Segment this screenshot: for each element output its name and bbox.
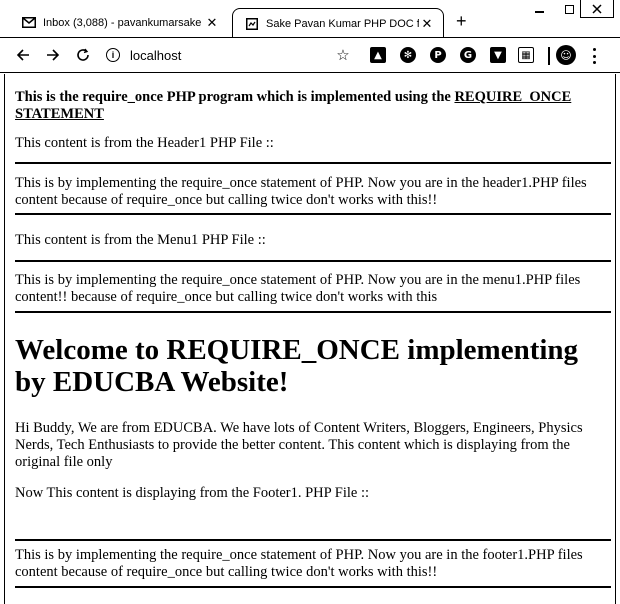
browser-toolbar: i localhost ☆ ▲ ✻ P G ▼ ▦ ☺ [0, 37, 620, 73]
minimize-button[interactable] [526, 0, 552, 18]
intro-heading: This is the require_once PHP program whi… [15, 89, 595, 123]
menu-include-text: This is by implementing the require_once… [15, 272, 581, 305]
gmail-icon [22, 17, 36, 29]
tab-strip: Inbox (3,088) - pavankumarsake ✕ Sake Pa… [0, 0, 620, 38]
body-paragraph: Hi Buddy, We are from EDUCBA. We have lo… [15, 420, 583, 470]
extension-grid-icon[interactable]: ▦ [518, 47, 534, 63]
tab-title: Sake Pavan Kumar PHP DOC for [266, 17, 419, 30]
maximize-icon [564, 4, 574, 14]
menu-kebab-icon[interactable] [590, 47, 598, 65]
close-icon[interactable]: ✕ [419, 16, 435, 32]
footer-label: Now This content is displaying from the … [15, 485, 370, 501]
page-viewport: This is the require_once PHP program whi… [4, 74, 616, 604]
intro-text: This is the require_once PHP program whi… [15, 89, 455, 105]
pinterest-icon[interactable]: P [430, 47, 446, 63]
menu-label: This content is from the Menu1 PHP File … [15, 232, 266, 248]
new-tab-button[interactable]: + [456, 12, 467, 30]
info-icon[interactable]: i [106, 48, 120, 62]
arrow-left-icon [16, 49, 29, 61]
profile-avatar[interactable]: ☺ [556, 45, 576, 65]
address-bar[interactable]: i localhost [106, 44, 364, 66]
page-icon [245, 17, 259, 30]
close-icon[interactable]: ✕ [204, 15, 220, 31]
close-icon [592, 3, 602, 14]
reload-button[interactable] [74, 46, 92, 64]
arrow-right-icon [47, 49, 60, 61]
reload-icon [77, 48, 89, 61]
page-title: Welcome to REQUIRE_ONCE implementing by … [15, 334, 579, 398]
toolbar-divider [548, 47, 550, 65]
divider [15, 162, 611, 164]
divider [15, 260, 611, 262]
minimize-icon [534, 11, 544, 13]
extension-badge-icon[interactable]: G [460, 47, 476, 63]
tab-active-document[interactable]: Sake Pavan Kumar PHP DOC for ✕ [232, 8, 444, 38]
forward-button[interactable] [44, 46, 62, 64]
footer-include-text: This is by implementing the require_once… [15, 547, 583, 580]
bookmark-star-icon[interactable]: ☆ [334, 46, 352, 64]
extension-drive-icon[interactable]: ▲ [370, 47, 386, 63]
window-close-button[interactable] [580, 0, 614, 18]
url-text: localhost [130, 47, 182, 63]
divider [15, 586, 611, 588]
divider [15, 539, 611, 541]
divider [15, 213, 611, 215]
maximize-button[interactable] [556, 0, 582, 18]
extension-gear-icon[interactable]: ✻ [400, 47, 416, 63]
divider [15, 311, 611, 313]
tab-inbox[interactable]: Inbox (3,088) - pavankumarsake ✕ [10, 8, 228, 37]
back-button[interactable] [14, 46, 32, 64]
header-include-text: This is by implementing the require_once… [15, 175, 587, 208]
extension-download-icon[interactable]: ▼ [490, 47, 506, 63]
tab-title: Inbox (3,088) - pavankumarsake [43, 16, 202, 29]
header-label: This content is from the Header1 PHP Fil… [15, 135, 274, 151]
